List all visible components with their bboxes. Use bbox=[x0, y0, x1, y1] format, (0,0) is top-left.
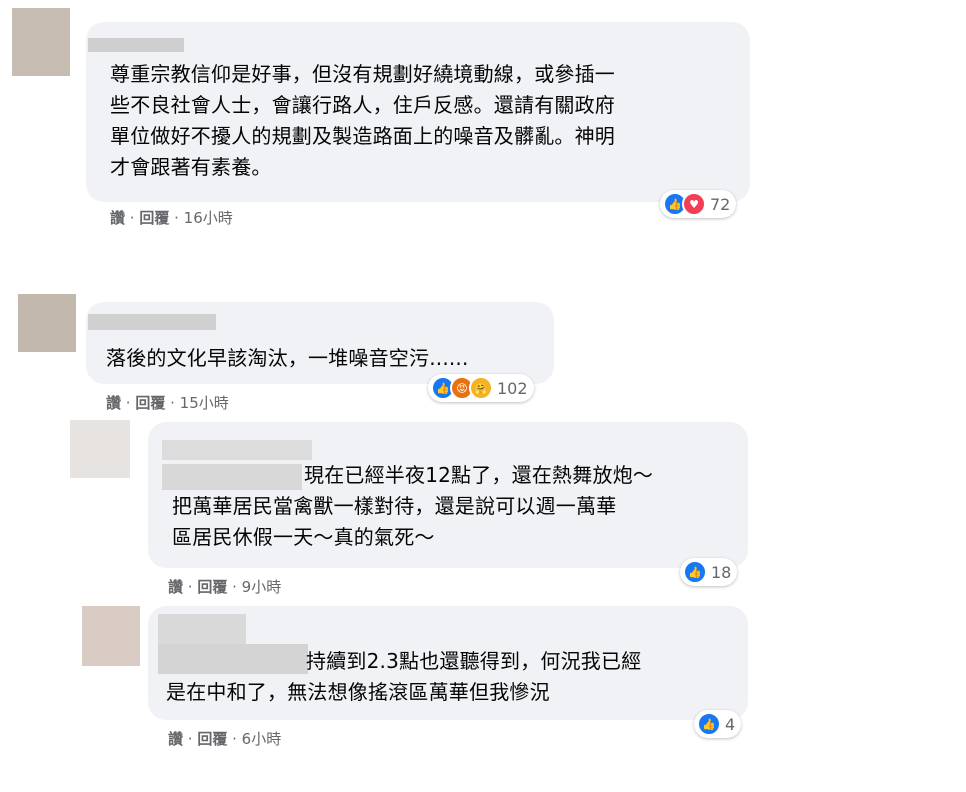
like-reaction-icon: 👍 bbox=[697, 712, 721, 736]
separator: · bbox=[165, 394, 180, 412]
timestamp[interactable]: 6小時 bbox=[242, 730, 282, 748]
like-link[interactable]: 讚 bbox=[110, 209, 125, 227]
avatar[interactable] bbox=[82, 606, 140, 666]
like-link[interactable]: 讚 bbox=[168, 730, 183, 748]
comment-text: 現在已經半夜12點了，還在熱舞放炮～ 把萬華居民當禽獸一樣對待，還是說可以週一萬… bbox=[172, 463, 654, 549]
avatar[interactable] bbox=[18, 294, 76, 352]
reaction-summary[interactable]: 👍 ♥ 72 bbox=[660, 190, 737, 218]
comment-actions: 讚 · 回覆 · 6小時 bbox=[168, 728, 281, 749]
separator: · bbox=[183, 578, 198, 596]
comment-actions: 讚 · 回覆 · 15小時 bbox=[106, 392, 229, 413]
timestamp[interactable]: 9小時 bbox=[242, 578, 282, 596]
reply-link[interactable]: 回覆 bbox=[197, 578, 227, 596]
redacted-username[interactable] bbox=[162, 440, 312, 460]
reaction-count: 102 bbox=[497, 378, 528, 398]
like-link[interactable]: 讚 bbox=[106, 394, 121, 412]
comment-text: 落後的文化早該淘汰，一堆噪音空污...... bbox=[106, 346, 469, 370]
like-reaction-icon: 👍 bbox=[683, 560, 707, 584]
separator: · bbox=[227, 578, 242, 596]
reaction-count: 4 bbox=[725, 714, 736, 734]
reaction-summary[interactable]: 👍 😡 🤗 102 bbox=[428, 374, 534, 402]
reaction-summary[interactable]: 👍 4 bbox=[694, 710, 742, 738]
separator: · bbox=[125, 209, 140, 227]
reply-link[interactable]: 回覆 bbox=[135, 394, 165, 412]
separator: · bbox=[169, 209, 184, 227]
love-reaction-icon: ♥ bbox=[682, 192, 706, 216]
reply-link[interactable]: 回覆 bbox=[139, 209, 169, 227]
reply-link[interactable]: 回覆 bbox=[197, 730, 227, 748]
comment-actions: 讚 · 回覆 · 16小時 bbox=[110, 207, 233, 228]
like-link[interactable]: 讚 bbox=[168, 578, 183, 596]
redacted-username[interactable] bbox=[88, 38, 184, 52]
reaction-count: 72 bbox=[710, 194, 731, 214]
avatar[interactable] bbox=[70, 420, 130, 478]
avatar[interactable] bbox=[12, 8, 70, 76]
timestamp[interactable]: 15小時 bbox=[180, 394, 229, 412]
care-reaction-icon: 🤗 bbox=[469, 376, 493, 400]
separator: · bbox=[121, 394, 136, 412]
comment-text: 持續到2.3點也還聽得到，何況我已經 是在中和了，無法想像搖滾區萬華但我慘況 bbox=[166, 649, 642, 704]
redacted-username[interactable] bbox=[88, 314, 216, 330]
timestamp[interactable]: 16小時 bbox=[184, 209, 233, 227]
reaction-count: 18 bbox=[711, 562, 732, 582]
comment-text: 尊重宗教信仰是好事，但沒有規劃好繞境動線，或參插一 些不良社會人士，會讓行路人，… bbox=[110, 62, 615, 179]
separator: · bbox=[183, 730, 198, 748]
separator: · bbox=[227, 730, 242, 748]
comment-actions: 讚 · 回覆 · 9小時 bbox=[168, 576, 281, 597]
reaction-summary[interactable]: 👍 18 bbox=[680, 558, 738, 586]
redacted-username[interactable] bbox=[158, 614, 246, 644]
